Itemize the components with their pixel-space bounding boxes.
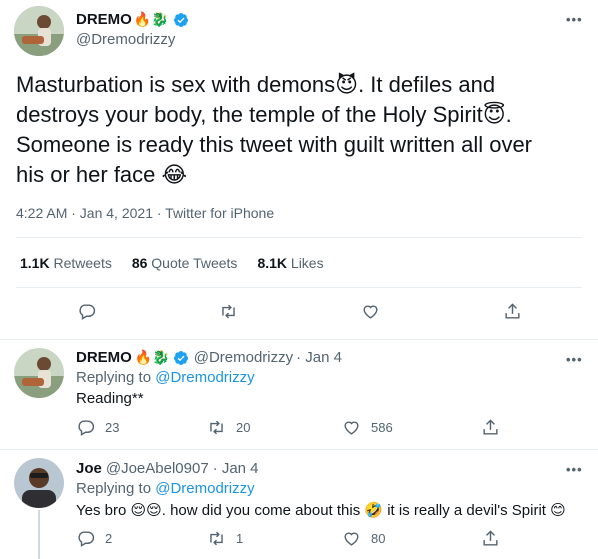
reply-button[interactable]: 2 <box>76 529 112 548</box>
like-button[interactable] <box>361 302 380 321</box>
quotes-count: 86 <box>131 255 148 271</box>
retweet-count: 1 <box>236 531 244 546</box>
tweet-text: Masturbation is sex with demons😈. It def… <box>16 70 586 190</box>
handle[interactable]: @Dremodrizzy <box>76 31 175 48</box>
divider <box>16 287 582 288</box>
display-name[interactable]: DREMO <box>76 11 132 28</box>
handle[interactable]: @JoeAbel0907 <box>106 460 209 477</box>
divider <box>0 449 598 450</box>
share-button[interactable] <box>481 418 500 437</box>
retweet-icon <box>222 304 235 319</box>
quotes-stat[interactable]: 86 Quote Tweets <box>132 255 238 271</box>
likes-count: 8.1K <box>257 255 288 271</box>
avatar[interactable] <box>14 348 64 398</box>
quotes-label: Quote Tweets <box>151 255 238 271</box>
retweet-button[interactable] <box>219 302 238 321</box>
author-row: DREMO 🔥🐉 @Dremodrizzy · Jan 4 <box>76 349 342 366</box>
avatar-image <box>14 6 64 56</box>
avatar[interactable] <box>14 6 64 56</box>
tweet-text-line: Someone is ready this tweet with guilt w… <box>16 132 533 157</box>
like-button[interactable]: 586 <box>342 418 393 437</box>
divider <box>16 237 582 238</box>
retweet-icon <box>210 531 223 546</box>
retweets-stat[interactable]: 1.1K Retweets <box>20 255 112 271</box>
reply-button[interactable]: 23 <box>76 418 119 437</box>
tweet-date[interactable]: · Jan 4 <box>213 460 259 477</box>
like-count: 586 <box>371 420 393 435</box>
replying-handle-link[interactable]: @Dremodrizzy <box>155 480 254 497</box>
share-button[interactable] <box>503 302 522 321</box>
share-icon <box>483 530 498 546</box>
author-row: DREMO 🔥🐉 <box>76 11 189 28</box>
retweet-button[interactable]: 20 <box>207 418 250 437</box>
like-icon <box>363 305 378 319</box>
replying-prefix: Replying to <box>76 480 152 497</box>
replying-to: Replying to @Dremodrizzy <box>76 369 255 386</box>
reply-count: 2 <box>105 531 113 546</box>
more-icon[interactable]: ••• <box>566 462 583 477</box>
reply-count: 23 <box>105 420 120 435</box>
share-button[interactable] <box>481 529 500 548</box>
like-icon <box>344 532 359 546</box>
display-name[interactable]: Joe <box>76 460 102 477</box>
verified-badge-icon <box>173 12 189 28</box>
likes-label: Likes <box>290 255 324 271</box>
tweet-text-line: destroys your body, the temple of the Ho… <box>16 102 512 127</box>
more-icon[interactable]: ••• <box>566 352 583 367</box>
tweet-text-line: his or her face 😂 <box>16 162 188 187</box>
name-emoji: 🔥🐉 <box>133 11 169 27</box>
handle[interactable]: @Dremodrizzy <box>194 349 293 366</box>
replying-to: Replying to @Dremodrizzy <box>76 480 255 497</box>
retweet-button[interactable]: 1 <box>207 529 243 548</box>
replying-prefix: Replying to <box>76 369 152 386</box>
likes-stat[interactable]: 8.1K Likes <box>257 255 323 271</box>
tweet-text-line: Masturbation is sex with demons😈. It def… <box>16 72 496 97</box>
like-icon <box>344 421 359 435</box>
reply-icon <box>78 420 95 436</box>
divider <box>0 339 598 340</box>
thread-line <box>38 510 40 559</box>
display-name[interactable]: DREMO <box>76 349 132 366</box>
more-icon[interactable]: ••• <box>566 12 583 27</box>
timestamp[interactable]: 4:22 AM · Jan 4, 2021 · Twitter for iPho… <box>16 205 274 221</box>
reply-icon <box>79 304 96 320</box>
reply-text: Reading** <box>76 390 144 407</box>
share-icon <box>505 303 520 319</box>
name-emoji: 🔥🐉 <box>134 349 170 365</box>
author-row: Joe @JoeAbel0907 · Jan 4 <box>76 460 259 477</box>
stats-row: 1.1K Retweets 86 Quote Tweets 8.1K Likes <box>20 255 324 271</box>
retweet-count: 20 <box>236 420 251 435</box>
reply-text: Yes bro 😌😌. how did you come about this … <box>76 502 566 519</box>
retweets-count: 1.1K <box>20 255 50 271</box>
avatar[interactable] <box>14 458 64 508</box>
avatar-image <box>14 458 64 508</box>
verified-badge-icon <box>173 350 189 366</box>
avatar-image <box>14 348 64 398</box>
retweets-label: Retweets <box>53 255 112 271</box>
share-icon <box>483 419 498 435</box>
reply-icon <box>78 531 95 547</box>
replying-handle-link[interactable]: @Dremodrizzy <box>155 369 254 386</box>
reply-button[interactable] <box>77 302 96 321</box>
retweet-icon <box>210 420 223 435</box>
like-count: 80 <box>371 531 386 546</box>
like-button[interactable]: 80 <box>342 529 385 548</box>
tweet-date[interactable]: · Jan 4 <box>296 349 342 366</box>
